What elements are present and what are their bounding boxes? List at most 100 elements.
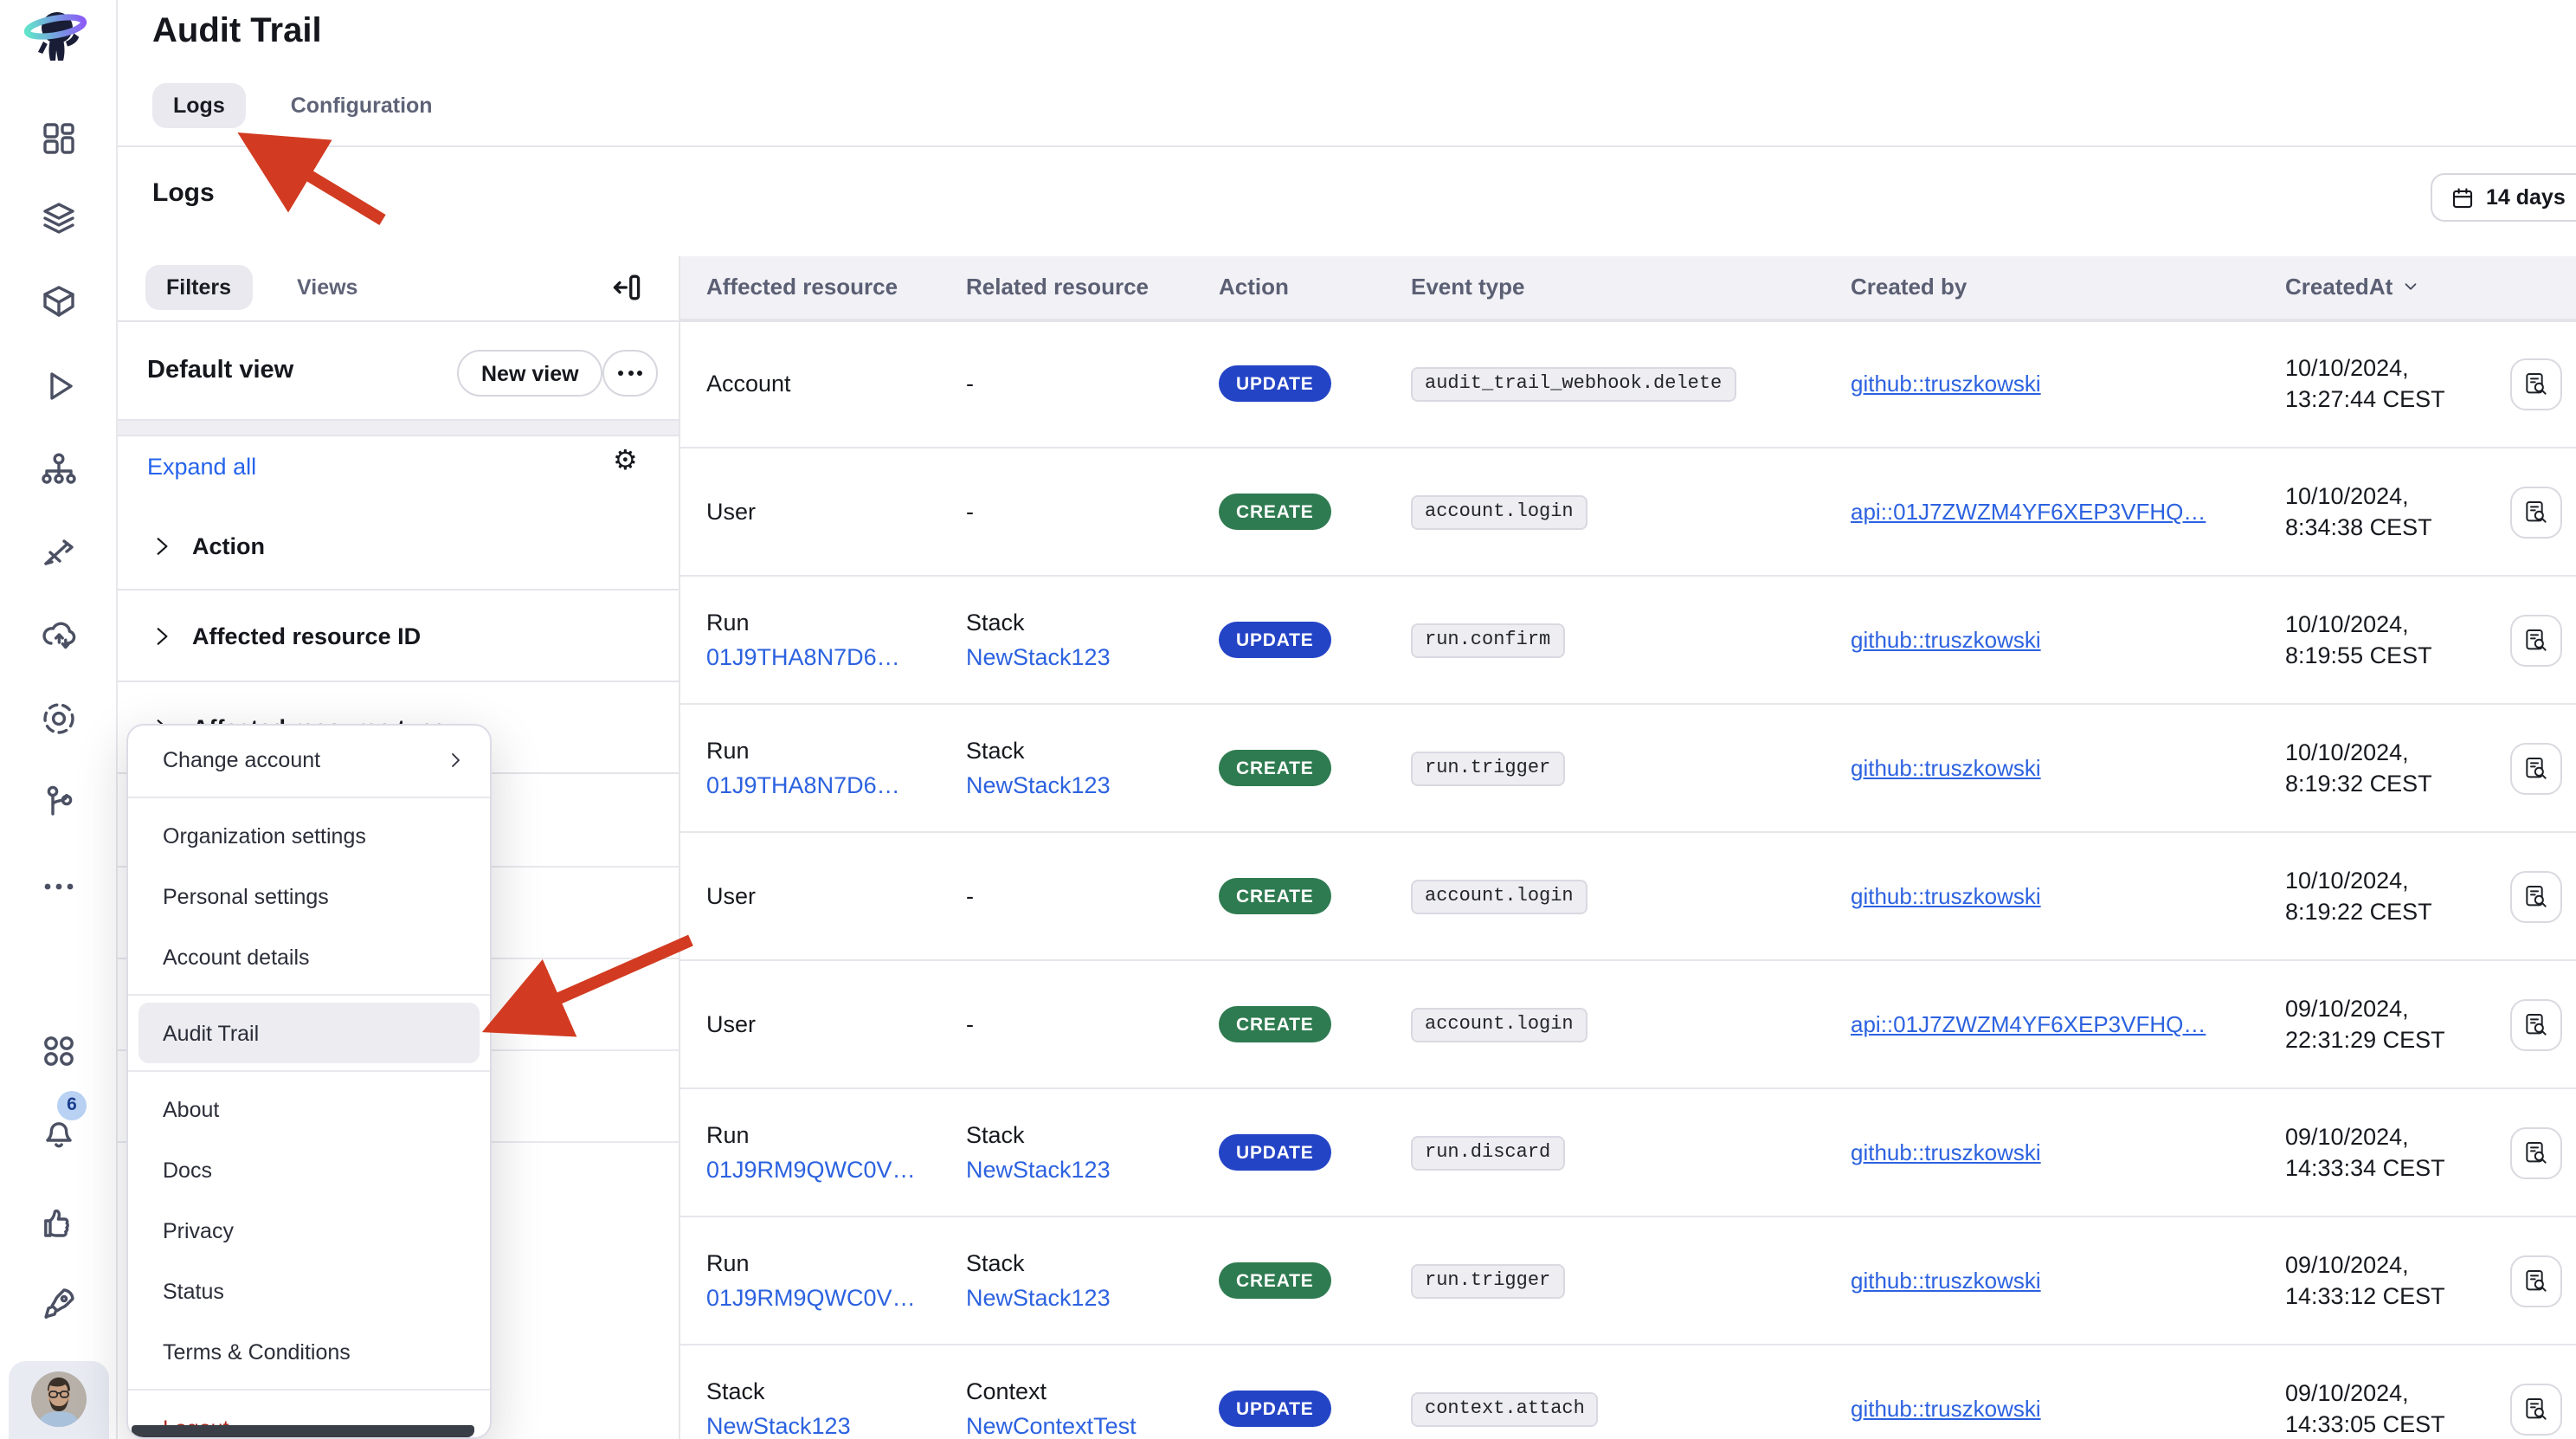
chevron-right-icon	[151, 535, 173, 558]
menu-item-terms-conditions[interactable]: Terms & Conditions	[128, 1321, 490, 1382]
spacelift-logo-icon[interactable]	[16, 5, 102, 74]
affected-resource-type: Account	[706, 371, 791, 397]
menu-item-account-details[interactable]: Account details	[128, 926, 490, 987]
account-menu: Change account Organization settingsPerso…	[126, 724, 492, 1439]
table-row[interactable]: User-CREATEaccount.loginapi::01J7ZWZM4YF…	[680, 448, 2576, 577]
menu-item-audit-trail[interactable]: Audit Trail	[138, 1003, 480, 1063]
table-row[interactable]: Run01J9THA8N7D6…StackNewStack123UPDATEru…	[680, 577, 2576, 705]
table-row[interactable]: Run01J9RM9QWC0V…StackNewStack123UPDATEru…	[680, 1089, 2576, 1217]
related-resource-link[interactable]: NewStack123	[966, 1157, 1111, 1183]
menu-item-about[interactable]: About	[128, 1079, 490, 1139]
view-log-button[interactable]	[2510, 358, 2562, 410]
menu-item-privacy[interactable]: Privacy	[128, 1200, 490, 1261]
created-at: 09/10/2024,22:31:29 CEST	[2285, 993, 2445, 1055]
related-resource-type: Stack	[966, 610, 1111, 636]
affected-resource-link[interactable]: 01J9THA8N7D6…	[706, 644, 900, 670]
col-created-at-sort[interactable]: CreatedAt	[2285, 274, 2420, 300]
menu-item-docs[interactable]: Docs	[128, 1139, 490, 1200]
table-row[interactable]: Run01J9RM9QWC0V…StackNewStack123CREATEru…	[680, 1217, 2576, 1345]
collapse-panel-icon[interactable]	[609, 268, 651, 310]
menu-item-label: Change account	[163, 747, 320, 771]
menu-item-personal-settings[interactable]: Personal settings	[128, 866, 490, 926]
affected-resource-type: Run	[706, 1250, 916, 1276]
apps-icon[interactable]	[38, 1030, 80, 1072]
stacks-icon[interactable]	[38, 197, 80, 239]
runs-icon[interactable]	[38, 365, 80, 407]
related-resource-link[interactable]: NewStack123	[966, 772, 1111, 798]
filter-group-affected-resource-id[interactable]: Affected resource ID	[118, 590, 679, 682]
related-resource-type: Stack	[966, 1250, 1111, 1276]
sidebar: 6	[0, 0, 118, 1439]
created-by-link[interactable]: api::01J7ZWZM4YF6XEP3VFHQ…	[1851, 1011, 2206, 1037]
created-by-link[interactable]: api::01J7ZWZM4YF6XEP3VFHQ…	[1851, 499, 2206, 525]
view-log-button[interactable]	[2510, 1384, 2562, 1436]
menu-item-status[interactable]: Status	[128, 1261, 490, 1321]
new-view-button[interactable]: New view	[457, 350, 603, 397]
gear-icon[interactable]: ⚙	[613, 443, 638, 476]
chevron-right-icon	[151, 624, 173, 647]
created-by-link[interactable]: github::truszkowski	[1851, 371, 2041, 397]
created-by-link[interactable]: github::truszkowski	[1851, 1396, 2041, 1422]
user-avatar[interactable]	[9, 1361, 109, 1439]
worker-pools-icon[interactable]	[38, 532, 80, 573]
tab-logs[interactable]: Logs	[152, 83, 246, 128]
affected-resource-link[interactable]: 01J9RM9QWC0V…	[706, 1285, 916, 1311]
tab-views[interactable]: Views	[276, 265, 378, 310]
view-log-button[interactable]	[2510, 999, 2562, 1051]
table-row[interactable]: User-CREATEaccount.loginapi::01J7ZWZM4YF…	[680, 961, 2576, 1089]
view-log-button[interactable]	[2510, 1127, 2562, 1179]
related-resource-link[interactable]: NewStack123	[966, 644, 1111, 670]
related-resource-link[interactable]: NewContextTest	[966, 1413, 1137, 1439]
view-log-button[interactable]	[2510, 871, 2562, 923]
view-log-button[interactable]	[2510, 743, 2562, 795]
view-more-button[interactable]	[602, 350, 658, 397]
feedback-thumbs-up-icon[interactable]	[38, 1202, 80, 1243]
created-by-link[interactable]: github::truszkowski	[1851, 883, 2041, 909]
table-row[interactable]: StackNewStack123ContextNewContextTestUPD…	[680, 1345, 2576, 1439]
event-type-chip: account.login	[1411, 879, 1587, 913]
affected-resource-link[interactable]: 01J9THA8N7D6…	[706, 772, 900, 798]
menu-item-label: Audit Trail	[163, 1021, 259, 1045]
menu-item-change-account[interactable]: Change account	[128, 729, 490, 790]
menu-item-organization-settings[interactable]: Organization settings	[128, 805, 490, 866]
tab-configuration[interactable]: Configuration	[270, 83, 454, 128]
audit-trail-page: 6 Audit Trail	[0, 0, 2576, 1439]
created-by-link[interactable]: github::truszkowski	[1851, 627, 2041, 653]
menu-item-label: About	[163, 1097, 219, 1121]
more-nav-icon[interactable]	[38, 866, 80, 907]
created-at: 10/10/2024,8:19:55 CEST	[2285, 609, 2432, 671]
date-range-button[interactable]: 14 days	[2431, 173, 2576, 222]
created-at: 10/10/2024,8:19:32 CEST	[2285, 737, 2432, 799]
related-resource-type: -	[966, 1011, 974, 1037]
table-row[interactable]: Account-UPDATEaudit_trail_webhook.delete…	[680, 320, 2576, 448]
menu-item-label: Privacy	[163, 1218, 234, 1242]
view-log-button[interactable]	[2510, 1255, 2562, 1307]
expand-all-link[interactable]: Expand all	[147, 454, 256, 480]
resources-icon[interactable]	[38, 448, 80, 490]
view-log-button[interactable]	[2510, 615, 2562, 667]
action-badge: CREATE	[1219, 750, 1331, 786]
launchpad-rocket-icon[interactable]	[38, 1283, 80, 1325]
created-by-link[interactable]: github::truszkowski	[1851, 1268, 2041, 1294]
created-by-link[interactable]: github::truszkowski	[1851, 1139, 2041, 1165]
related-resource-type: Stack	[966, 738, 1111, 764]
dashboard-icon[interactable]	[38, 118, 80, 159]
event-type-chip: account.login	[1411, 494, 1587, 529]
view-name: Default view	[147, 357, 293, 384]
related-resource-link[interactable]: NewStack123	[966, 1285, 1111, 1311]
affected-resource-link[interactable]: 01J9RM9QWC0V…	[706, 1157, 916, 1183]
table-row[interactable]: User-CREATEaccount.logingithub::truszkow…	[680, 833, 2576, 961]
vcs-icon[interactable]	[38, 781, 80, 823]
tab-filters[interactable]: Filters	[145, 265, 252, 310]
cloud-integrations-icon[interactable]	[38, 615, 80, 656]
annotation-arrow-logs-tab	[256, 144, 383, 220]
table-row[interactable]: Run01J9THA8N7D6…StackNewStack123CREATEru…	[680, 705, 2576, 833]
filter-group-action[interactable]: Action	[118, 504, 679, 590]
view-log-button[interactable]	[2510, 487, 2562, 539]
date-range-label: 14 days	[2486, 185, 2566, 210]
created-at: 09/10/2024,14:33:05 CEST	[2285, 1378, 2445, 1439]
blueprints-icon[interactable]	[38, 281, 80, 322]
affected-resource-link[interactable]: NewStack123	[706, 1413, 851, 1439]
spaces-icon[interactable]	[38, 698, 80, 739]
created-by-link[interactable]: github::truszkowski	[1851, 755, 2041, 781]
